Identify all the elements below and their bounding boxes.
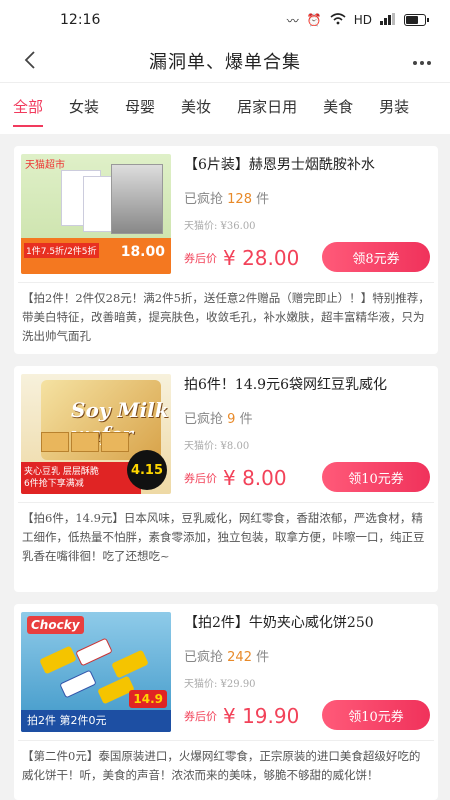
tmall-supermarket-badge: 天猫超市 [25, 160, 65, 171]
product-card[interactable]: Chocky 14.9 拍2件 第2件0元 【拍2件】牛奶夹心威化饼250 已疯… [14, 604, 438, 800]
product-title[interactable]: 拍6件！14.9元6袋网红豆乳威化 [184, 374, 432, 394]
tab-mens[interactable]: 男装 [366, 83, 422, 134]
brand-text: Chocky [27, 616, 84, 634]
get-coupon-button[interactable]: 领10元券 [322, 700, 430, 730]
sold-count: 已疯抢 9 件 [184, 412, 253, 427]
tab-home[interactable]: 居家日用 [224, 83, 310, 134]
product-title[interactable]: 【6片装】赫恩男士烟酰胺补水 [184, 154, 432, 174]
product-image[interactable]: Chocky 14.9 拍2件 第2件0元 [21, 612, 171, 732]
product-title[interactable]: 【拍2件】牛奶夹心威化饼250 [184, 612, 432, 632]
tab-baby[interactable]: 母婴 [112, 83, 168, 134]
vibrate-icon: 〰 [286, 13, 299, 28]
product-description: 【拍6件，14.9元】日本风味，豆乳威化，网红零食，香甜浓郁，严选食材，精工细作… [18, 502, 434, 572]
chevron-left-icon [24, 51, 35, 69]
product-description: 【第二件0元】泰国原装进口，火爆网红零食，正宗原装的进口美食超级好吃的威化饼干！… [18, 740, 434, 791]
network-type: HD [353, 13, 372, 27]
price-label: 券后价 [184, 252, 217, 265]
coupon-price: ¥ 8.00 [223, 466, 287, 490]
sold-count: 已疯抢 242 件 [184, 650, 270, 665]
tab-beauty[interactable]: 美妆 [168, 83, 224, 134]
get-coupon-button[interactable]: 领8元券 [322, 242, 430, 272]
product-image[interactable]: Soy Milk wafer 夹心豆乳 层层酥脆 6件抢下享满减 4.15 [21, 374, 171, 494]
promo-text: 1件7.5折/2件5折 [24, 243, 99, 258]
product-card[interactable]: Soy Milk wafer 夹心豆乳 层层酥脆 6件抢下享满减 4.15 拍6… [14, 366, 438, 592]
category-tabs: 全部 女装 母婴 美妆 居家日用 美食 男装 [0, 82, 450, 134]
status-time: 12:16 [60, 12, 101, 28]
price-label: 券后价 [184, 710, 217, 723]
nav-bar: 漏洞单、爆单合集 [0, 40, 450, 82]
product-description: 【拍2件！2件仅28元！满2件5折，送任意2件赠品（赠完即止）！】特别推荐，带美… [18, 282, 434, 352]
coupon-price: ¥ 28.00 [223, 246, 300, 270]
banner-line-1: 夹心豆乳 层层酥脆 [24, 467, 99, 477]
status-bar: 12:16 〰 ⏰ HD [0, 0, 450, 40]
wifi-icon [330, 12, 346, 28]
signal-icon [380, 12, 396, 28]
promo-text: 拍2件 第2件0元 [27, 714, 107, 727]
alarm-icon: ⏰ [306, 13, 322, 27]
more-options-button[interactable] [412, 50, 432, 71]
unit-price-badge: 14.9 [129, 690, 167, 708]
battery-icon [404, 14, 429, 26]
more-dots-icon [413, 61, 431, 65]
tmall-price: 天猫价: ¥8.00 [184, 441, 250, 452]
banner-line-2: 6件抢下享满减 [24, 479, 84, 489]
get-coupon-button[interactable]: 领10元券 [322, 462, 430, 492]
product-card[interactable]: 天猫超市 1件7.5折/2件5折 18.00 【6片装】赫恩男士烟酰胺补水 已疯… [14, 146, 438, 354]
tmall-price: 天猫价: ¥36.00 [184, 221, 256, 232]
coupon-price: ¥ 19.90 [223, 704, 300, 728]
price-label: 券后价 [184, 472, 217, 485]
tab-all[interactable]: 全部 [0, 83, 56, 134]
promo-price: 18.00 [120, 244, 165, 260]
tab-womens[interactable]: 女装 [56, 83, 112, 134]
tab-food[interactable]: 美食 [310, 83, 366, 134]
sold-count: 已疯抢 128 件 [184, 192, 270, 207]
product-image[interactable]: 天猫超市 1件7.5折/2件5折 18.00 [21, 154, 171, 274]
tmall-price: 天猫价: ¥29.90 [184, 679, 256, 690]
page-title: 漏洞单、爆单合集 [149, 52, 301, 73]
back-button[interactable] [18, 48, 42, 72]
unit-price-badge: 4.15 [127, 450, 167, 490]
status-icons: 〰 ⏰ HD [286, 12, 429, 29]
